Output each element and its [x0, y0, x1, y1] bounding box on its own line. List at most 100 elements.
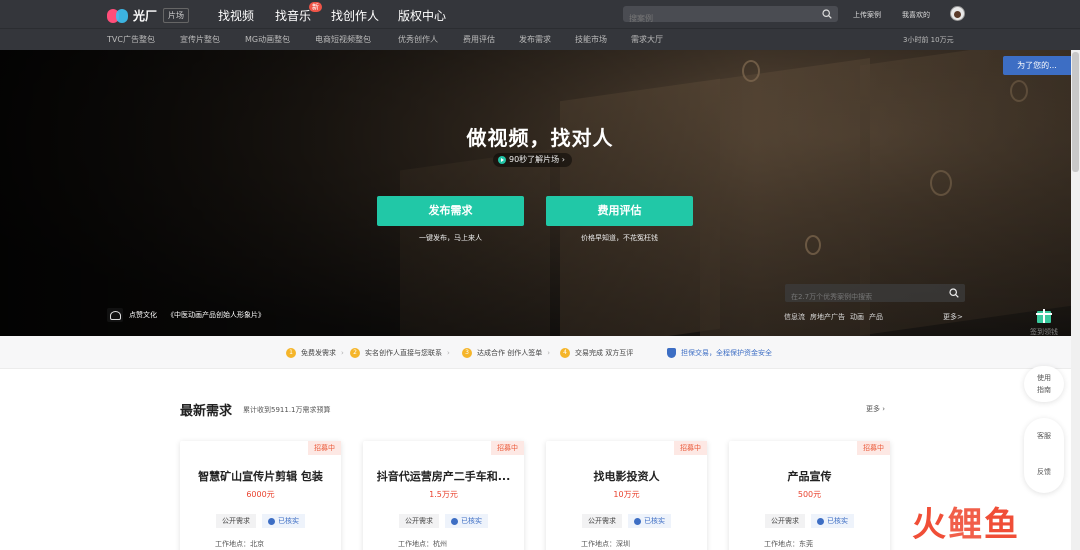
subnav-tvc[interactable]: TVC广告整包: [107, 34, 155, 45]
studio-logo-icon: [107, 308, 123, 322]
watermark-char: 鱼: [984, 505, 1020, 545]
watermark-char: 鲤: [948, 505, 984, 545]
verified-tag: 已核实: [262, 514, 305, 528]
status-badge: 招募中: [308, 441, 341, 455]
top-navbar: 光厂 片场 找视频 找音乐 找创作人 版权中心 新 上传案例 我喜欢的: [0, 0, 1080, 30]
customer-service-button[interactable]: 客服: [1024, 430, 1064, 442]
checkin-gift[interactable]: 签到领钱: [1024, 309, 1064, 339]
user-guide-button[interactable]: 使用 指南: [1024, 366, 1064, 402]
upload-case-link[interactable]: 上传案例: [853, 10, 881, 20]
card-location: 工作地点：东莞: [764, 540, 813, 548]
verified-icon: [634, 517, 641, 525]
nav-find-music[interactable]: 找音乐: [275, 7, 311, 24]
guide-label-line1: 使用: [1037, 374, 1051, 382]
verified-icon: [817, 517, 824, 525]
sub-navbar: TVC广告整包 宣传片整包 MG动画整包 电商短视频整包 优秀创作人 费用评估 …: [0, 28, 1080, 50]
top-search-box: [623, 6, 838, 27]
hot-tag[interactable]: 房地产广告: [810, 312, 845, 322]
demand-card[interactable]: 招募中 智慧矿山宣传片剪辑 包装 6000元 公开需求 已核实 工作地点：北京: [180, 441, 341, 550]
step-number-icon: 1: [286, 348, 296, 358]
process-step: 2 实名创作人直接与您联系 ›: [350, 348, 450, 358]
hot-tags-more-link[interactable]: 更多>: [943, 312, 963, 322]
featured-case-credit[interactable]: 点赞文化 《中医动画产品创始人形象片》: [107, 308, 265, 322]
guarantee-text: 担保交易，全程保护资金安全: [681, 349, 772, 357]
post-demand-caption: 一键发布，马上来人: [419, 234, 482, 242]
process-strip: 1 免费发需求 › 2 实名创作人直接与您联系 › 3 达成合作 创作人签单 › 4 …: [0, 336, 1080, 369]
feedback-button[interactable]: 反馈: [1024, 466, 1064, 478]
top-search-input[interactable]: [623, 10, 803, 27]
card-title: 找电影投资人: [593, 470, 660, 483]
shield-icon: [667, 348, 676, 358]
favorites-link[interactable]: 我喜欢的: [902, 10, 930, 20]
step-text: 实名创作人直接与您联系: [365, 349, 442, 357]
page-scrollbar[interactable]: [1071, 50, 1080, 550]
post-demand-button[interactable]: 发布需求: [377, 196, 524, 226]
step-number-icon: 4: [560, 348, 570, 358]
nav-copyright-center[interactable]: 版权中心: [398, 7, 446, 24]
nav-find-video[interactable]: 找视频: [218, 7, 254, 24]
public-tag: 公开需求: [216, 514, 256, 528]
process-step: 1 免费发需求 ›: [286, 348, 344, 358]
step-text: 达成合作 创作人签单: [477, 349, 543, 357]
process-step: 3 达成合作 创作人签单 ›: [462, 348, 550, 358]
card-location: 工作地点：深圳: [581, 540, 630, 548]
subnav-post-demand[interactable]: 发布需求: [519, 34, 551, 45]
verified-label: 已核实: [827, 517, 848, 525]
verified-label: 已核实: [461, 517, 482, 525]
status-badge: 招募中: [857, 441, 890, 455]
step-text: 交易完成 双方互评: [575, 349, 634, 357]
public-tag: 公开需求: [765, 514, 805, 528]
cost-estimate-button[interactable]: 费用评估: [546, 196, 693, 226]
credit-studio: 点赞文化: [129, 311, 157, 319]
nav-find-creator[interactable]: 找创作人: [331, 7, 380, 30]
subnav-demand-hall[interactable]: 需求大厅: [631, 34, 663, 45]
search-icon[interactable]: [822, 9, 832, 19]
logo-icon: [107, 8, 129, 23]
subnav-cost-estimate[interactable]: 费用评估: [463, 34, 495, 45]
new-badge: 新: [309, 2, 322, 12]
verified-tag: 已核实: [811, 514, 854, 528]
play-icon: [498, 156, 506, 164]
live-ticker: 3小时前 10万元: [903, 36, 954, 44]
hot-tag[interactable]: 信息流: [784, 312, 805, 322]
subnav-mg-animation[interactable]: MG动画整包: [245, 34, 290, 45]
card-title: 产品宣传: [787, 470, 832, 483]
side-promo-tab[interactable]: 为了您的...: [1003, 56, 1071, 75]
hot-tag[interactable]: 动画: [850, 312, 864, 322]
card-price: 10万元: [613, 490, 640, 499]
section-more-link[interactable]: 更多 ›: [866, 404, 885, 414]
card-location: 工作地点：杭州: [398, 540, 447, 548]
verified-tag: 已核实: [628, 514, 671, 528]
demand-card[interactable]: 招募中 抖音代运营房产二手车和... 1.5万元 公开需求 已核实 工作地点：杭…: [363, 441, 524, 550]
intro-video-link[interactable]: 90秒了解片场 ›: [493, 153, 572, 167]
card-price: 500元: [797, 490, 822, 499]
watermark-logo: 火鲤鱼: [912, 505, 1020, 545]
status-badge: 招募中: [491, 441, 524, 455]
verified-icon: [451, 517, 458, 525]
intro-video-label: 90秒了解片场 ›: [509, 155, 565, 164]
case-search-input[interactable]: [785, 288, 935, 306]
support-float-panel: 客服 反馈: [1024, 418, 1064, 493]
step-number-icon: 3: [462, 348, 472, 358]
user-avatar[interactable]: [950, 6, 965, 21]
step-number-icon: 2: [350, 348, 360, 358]
cost-estimate-caption: 价格早知道，不花冤枉钱: [581, 234, 658, 242]
brand-logo[interactable]: 光厂 片场: [107, 7, 190, 24]
escrow-guarantee[interactable]: 担保交易，全程保护资金安全: [667, 348, 772, 358]
card-price: 1.5万元: [429, 490, 458, 499]
scrollbar-thumb[interactable]: [1072, 52, 1079, 172]
search-icon[interactable]: [949, 288, 959, 298]
card-location: 工作地点：北京: [215, 540, 264, 548]
hot-search-tags: 信息流 房地产广告 动画 产品: [784, 312, 883, 322]
demand-card[interactable]: 招募中 产品宣传 500元 公开需求 已核实 工作地点：东莞: [729, 441, 890, 550]
subnav-top-creators[interactable]: 优秀创作人: [398, 34, 438, 45]
subnav-ecommerce-video[interactable]: 电商短视频整包: [315, 34, 371, 45]
subnav-promo-film[interactable]: 宣传片整包: [180, 34, 220, 45]
demand-card[interactable]: 招募中 找电影投资人 10万元 公开需求 已核实 工作地点：深圳: [546, 441, 707, 550]
verified-label: 已核实: [278, 517, 299, 525]
subnav-skill-market[interactable]: 技能市场: [575, 34, 607, 45]
section-title: 最新需求: [180, 404, 233, 419]
public-tag: 公开需求: [399, 514, 439, 528]
brand-name: 光厂: [133, 9, 158, 23]
hot-tag[interactable]: 产品: [869, 312, 883, 322]
